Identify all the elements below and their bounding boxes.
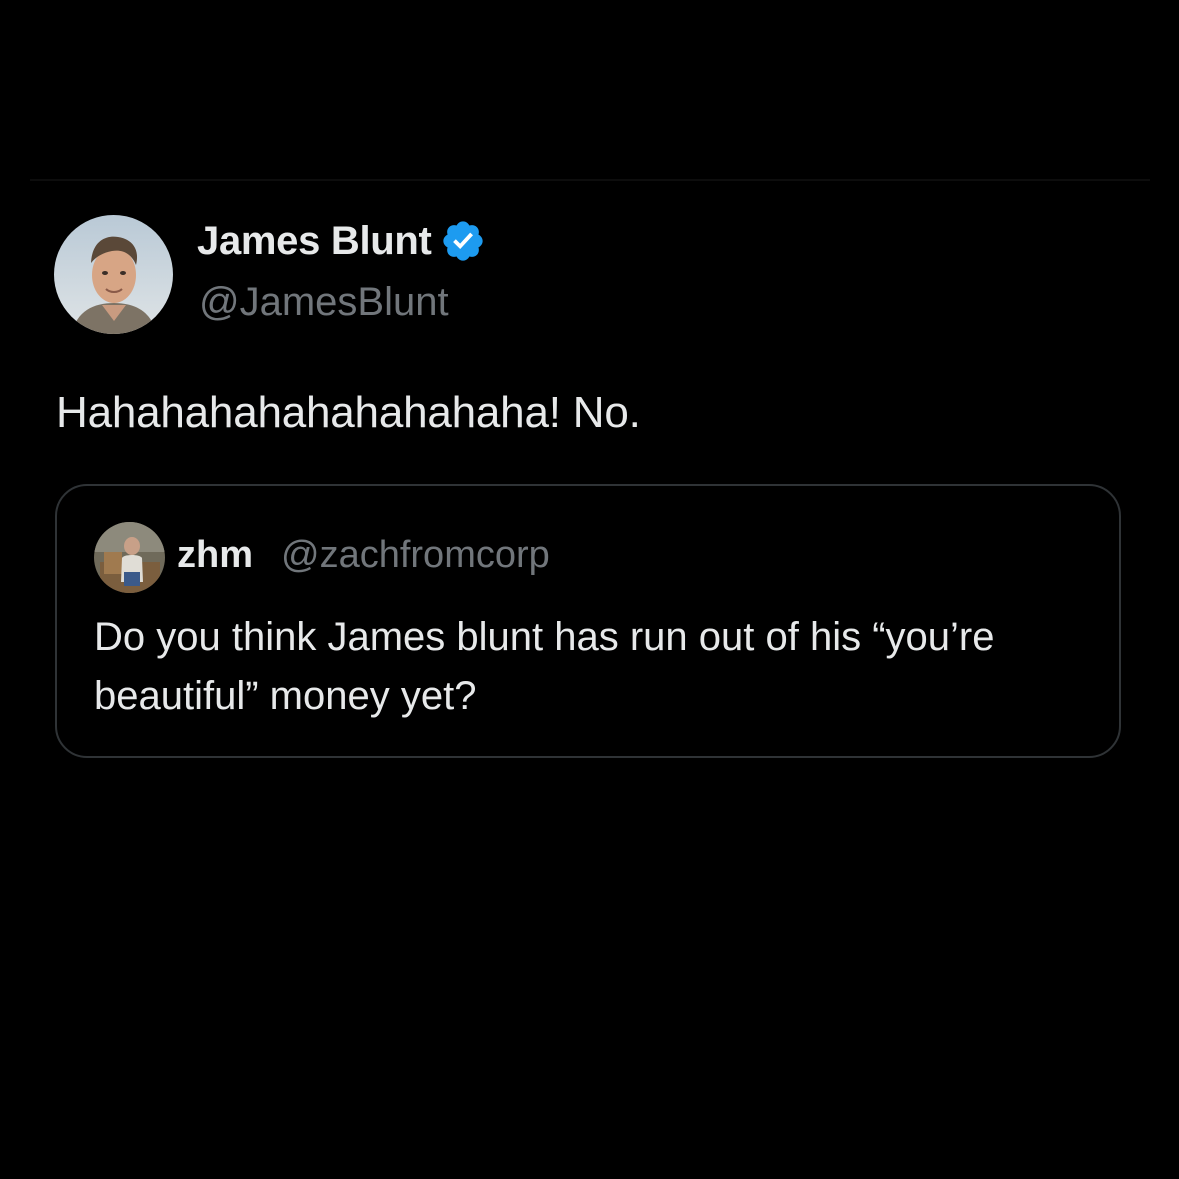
quoted-author-name[interactable]: zhm <box>177 534 253 577</box>
author-name-text: James Blunt <box>197 218 432 263</box>
author-name[interactable]: James Blunt <box>197 218 486 264</box>
author-avatar[interactable] <box>54 215 173 334</box>
tweet-text: Hahahahahahahahahaha! No. <box>56 388 641 437</box>
timeline-divider <box>30 179 1150 181</box>
quoted-author-avatar[interactable] <box>94 522 165 593</box>
quoted-tweet-card[interactable]: zhm @zachfromcorp Do you think James blu… <box>55 484 1121 758</box>
verified-badge-icon <box>440 218 486 264</box>
author-handle[interactable]: @JamesBlunt <box>199 280 449 325</box>
quoted-author-handle[interactable]: @zachfromcorp <box>281 534 550 577</box>
quoted-tweet-text: Do you think James blunt has run out of … <box>94 615 995 718</box>
